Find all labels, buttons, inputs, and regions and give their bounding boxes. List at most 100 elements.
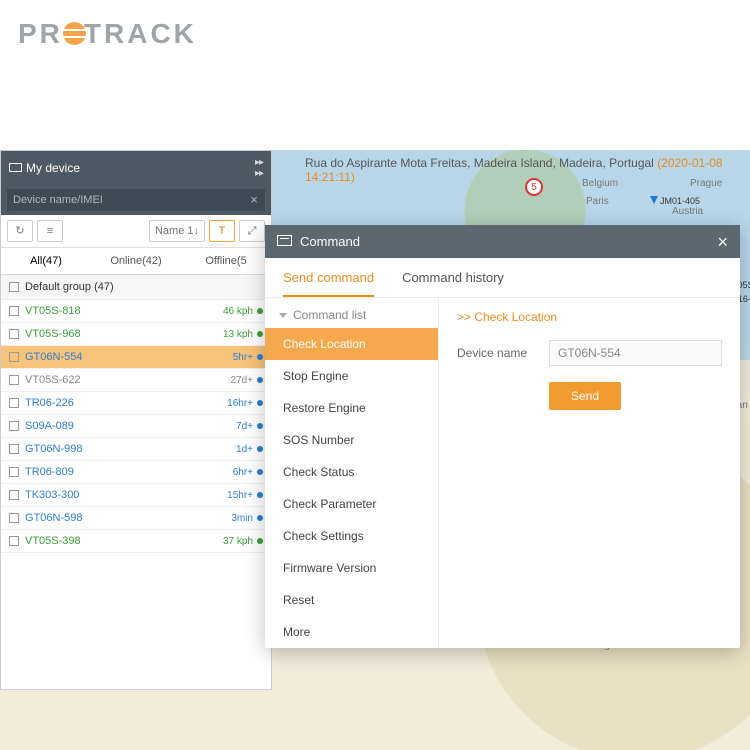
device-checkbox[interactable] <box>9 329 19 339</box>
sidebar-search: × <box>1 185 271 215</box>
device-row[interactable]: S09A-089 7d+ <box>1 415 271 438</box>
device-name: VT05S-818 <box>25 305 81 317</box>
device-row[interactable]: GT06N-554 5hr+ <box>1 346 271 369</box>
sidebar-toolbar: ↻ ≡ Name 1↓ T ⤢ <box>1 215 271 248</box>
form-title: >> Check Location <box>457 310 722 324</box>
clear-search-icon[interactable]: × <box>243 189 265 211</box>
device-row[interactable]: TK303-30015hr+ <box>1 484 271 507</box>
tab-online[interactable]: Online(42) <box>91 248 181 274</box>
status-dot-icon <box>257 492 263 498</box>
dialog-tabs: Send command Command history <box>265 258 740 297</box>
command-item[interactable]: SOS Number <box>265 424 438 456</box>
device-name: VT05S-968 <box>25 328 81 340</box>
command-list-header[interactable]: Command list <box>265 298 438 328</box>
device-list: VT05S-818 46 kph VT05S-968 13 kph GT06N-554 5… <box>1 300 271 553</box>
command-item[interactable]: Check Location <box>265 328 438 360</box>
command-item[interactable]: Check Parameter <box>265 488 438 520</box>
command-item[interactable]: Reset <box>265 584 438 616</box>
tab-offline[interactable]: Offline(5 <box>181 248 271 274</box>
device-status-text: 16hr+ <box>227 398 253 409</box>
app-logo: PR TRACK <box>18 18 197 50</box>
command-list-label: Command list <box>293 308 366 322</box>
command-list-panel: Command list Check LocationStop EngineRe… <box>265 298 439 648</box>
pin-icon <box>650 196 658 204</box>
tab-send-command[interactable]: Send command <box>283 270 374 297</box>
status-dot-icon <box>257 423 263 429</box>
device-status-text: 37 kph <box>223 536 253 547</box>
device-name-field[interactable] <box>549 340 722 366</box>
status-dot-icon <box>257 469 263 475</box>
device-name: GT06N-554 <box>25 351 82 363</box>
command-item[interactable]: Check Status <box>265 456 438 488</box>
device-name: VT05S-622 <box>25 374 81 386</box>
device-status-text: 7d+ <box>236 421 253 432</box>
device-name: GT06N-598 <box>25 512 82 524</box>
sort-button[interactable]: Name 1↓ <box>149 220 205 242</box>
device-row[interactable]: GT06N-998 1d+ <box>1 438 271 461</box>
dialog-header: Command × <box>265 225 740 258</box>
device-row[interactable]: TR06-8096hr+ <box>1 461 271 484</box>
command-item[interactable]: Check Settings <box>265 520 438 552</box>
group-header[interactable]: Default group (47) <box>1 275 271 300</box>
device-row[interactable]: TR06-22616hr+ <box>1 392 271 415</box>
laptop-icon <box>9 163 22 172</box>
device-name: S09A-089 <box>25 420 74 432</box>
device-checkbox[interactable] <box>9 444 19 454</box>
device-checkbox[interactable] <box>9 513 19 523</box>
command-item[interactable]: Restore Engine <box>265 392 438 424</box>
send-button[interactable]: Send <box>549 382 621 410</box>
search-input[interactable] <box>7 189 243 211</box>
command-dialog: Command × Send command Command history C… <box>265 225 740 648</box>
chevron-down-icon <box>279 313 287 318</box>
map-marker[interactable]: JM01-405 <box>650 196 700 206</box>
device-name: TR06-809 <box>25 466 74 478</box>
command-item[interactable]: Firmware Version <box>265 552 438 584</box>
tab-all[interactable]: All(47) <box>1 248 91 274</box>
refresh-icon[interactable]: ↻ <box>7 220 33 242</box>
list-view-icon[interactable]: ≡ <box>37 220 63 242</box>
close-icon[interactable]: × <box>717 235 728 249</box>
command-item[interactable]: Stop Engine <box>265 360 438 392</box>
group-checkbox[interactable] <box>9 282 19 292</box>
command-icon <box>277 235 292 246</box>
status-dot-icon <box>257 377 263 383</box>
sidebar-title: My device <box>9 161 80 175</box>
logo-text-b: TRACK <box>84 18 197 49</box>
device-checkbox[interactable] <box>9 398 19 408</box>
device-status-text: 13 kph <box>223 329 253 340</box>
device-checkbox[interactable] <box>9 490 19 500</box>
device-status-text: 3min <box>231 513 253 524</box>
device-checkbox[interactable] <box>9 306 19 316</box>
device-row[interactable]: VT05S-622 27d+ <box>1 369 271 392</box>
device-name: TK303-300 <box>25 489 79 501</box>
device-checkbox[interactable] <box>9 467 19 477</box>
command-item[interactable]: More <box>265 616 438 648</box>
collapse-icon[interactable]: ▸▸▸▸ <box>255 157 263 179</box>
device-status-text: 5hr+ <box>233 352 253 363</box>
device-status-text: 27d+ <box>230 375 253 386</box>
expand-icon[interactable]: ⤢ <box>239 220 265 242</box>
t-toggle-button[interactable]: T <box>209 220 235 242</box>
device-row[interactable]: VT05S-968 13 kph <box>1 323 271 346</box>
device-row[interactable]: GT06N-598 3min <box>1 507 271 530</box>
device-checkbox[interactable] <box>9 375 19 385</box>
group-label: Default group (47) <box>25 281 114 293</box>
device-name: GT06N-998 <box>25 443 82 455</box>
device-status-text: 1d+ <box>236 444 253 455</box>
device-row[interactable]: VT05S-39837 kph <box>1 530 271 553</box>
tab-command-history[interactable]: Command history <box>402 270 504 297</box>
status-dot-icon <box>257 354 263 360</box>
device-checkbox[interactable] <box>9 352 19 362</box>
status-dot-icon <box>257 538 263 544</box>
status-dot-icon <box>257 308 263 314</box>
device-checkbox[interactable] <box>9 536 19 546</box>
device-row[interactable]: VT05S-818 46 kph <box>1 300 271 323</box>
dialog-title: Command <box>277 234 360 249</box>
logo-text-a: PR <box>18 18 63 49</box>
sidebar-header: My device ▸▸▸▸ <box>1 151 271 185</box>
cluster-count-badge[interactable]: 5 <box>525 178 543 196</box>
device-checkbox[interactable] <box>9 421 19 431</box>
device-status-text: 46 kph <box>223 306 253 317</box>
status-dot-icon <box>257 515 263 521</box>
device-name-label: Device name <box>457 346 539 360</box>
